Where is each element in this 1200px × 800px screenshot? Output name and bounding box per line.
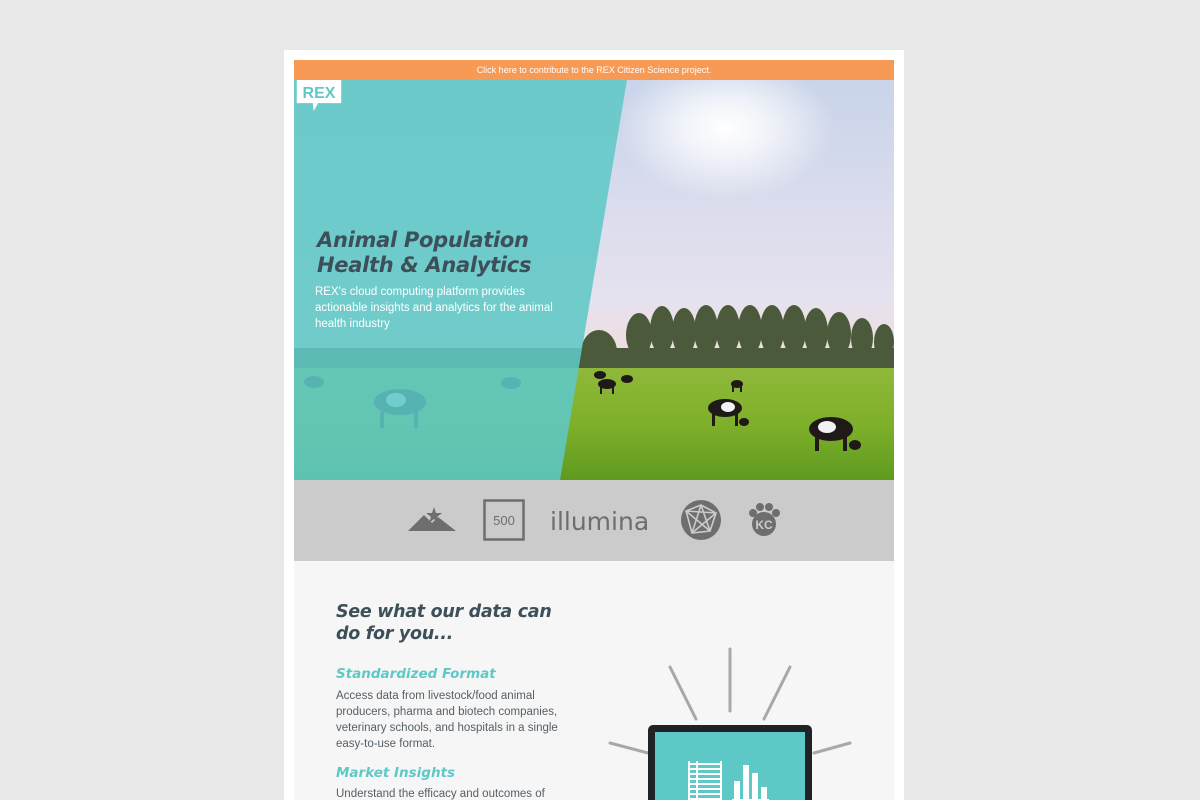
illumina-logo-text: illumina — [550, 507, 649, 536]
paw-kc-logo-text: KC — [755, 518, 773, 532]
feature-title-standardized-format: Standardized Format — [336, 666, 496, 682]
rex-logo-text: REX — [303, 85, 336, 102]
mountain-star-logo — [408, 507, 456, 531]
data-monitor-illustration — [608, 647, 852, 800]
email-card: Click here to contribute to the REX Citi… — [284, 50, 904, 800]
section-heading: See what our data can do for you... — [336, 601, 576, 645]
citizen-science-banner-link[interactable]: Click here to contribute to the REX Citi… — [294, 60, 894, 80]
partner-logos-strip: 500 illumina KC — [294, 480, 894, 561]
content-section: See what our data can do for you... Stan… — [294, 561, 894, 800]
paw-kc-logo: KC — [749, 503, 780, 536]
hero-section: REX Animal Population Health & Analytics… — [294, 80, 894, 480]
hero-pasture-photo — [294, 80, 894, 480]
feature-body-market-insights: Understand the efficacy and outcomes of — [336, 788, 545, 800]
hero-title-line2: Health & Analytics — [317, 253, 532, 277]
section-heading-line1: See what our data can — [336, 602, 552, 622]
feature-body-standardized-format: Access data from livestock/food animal p… — [336, 690, 558, 750]
feature-title-market-insights: Market Insights — [336, 765, 456, 781]
500-logo: 500 — [483, 499, 525, 541]
hero-title: Animal Population Health & Analytics — [317, 228, 577, 278]
500-logo-text: 500 — [493, 513, 515, 528]
hero-title-line1: Animal Population — [317, 228, 529, 252]
section-heading-line2: do for you... — [336, 624, 453, 644]
hero-subtitle: REX's cloud computing platform provides … — [315, 286, 553, 330]
globe-network-logo — [681, 500, 721, 540]
illumina-logo: illumina — [550, 507, 649, 536]
rex-logo[interactable]: REX — [294, 80, 344, 112]
